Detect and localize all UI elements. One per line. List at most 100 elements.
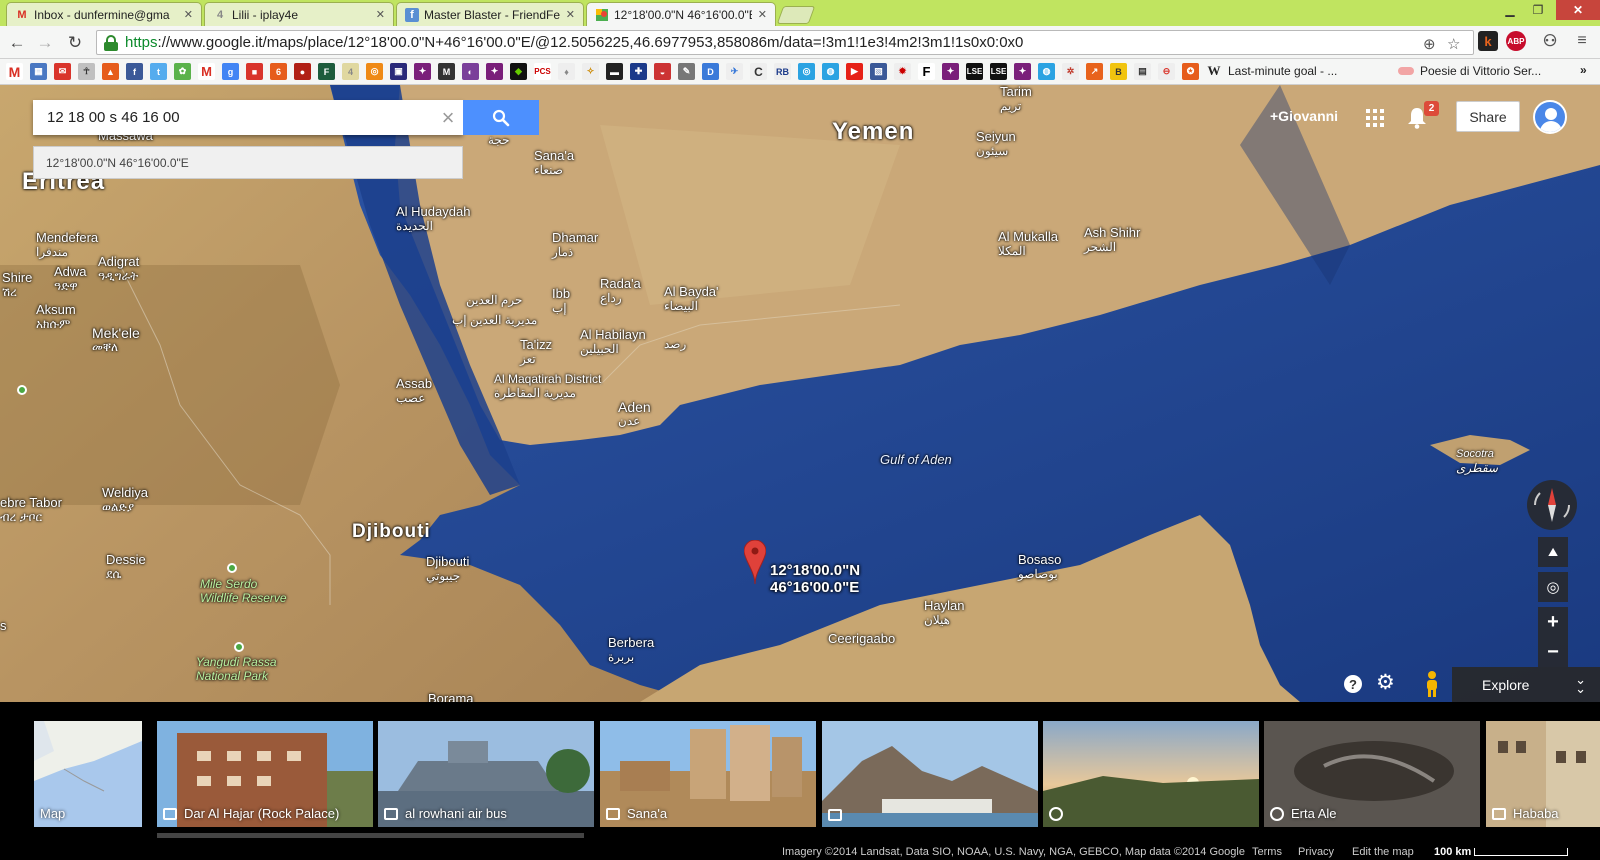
bookmark-icon[interactable]: ✎ xyxy=(678,63,695,80)
bookmark-icon[interactable]: D xyxy=(702,63,719,80)
bookmark-icon[interactable]: 4 xyxy=(342,63,359,80)
privacy-link[interactable]: Privacy xyxy=(1298,846,1334,858)
bookmark-icon[interactable]: ↗ xyxy=(1086,63,1103,80)
reload-icon[interactable]: ↻ xyxy=(64,32,86,54)
close-tab-icon[interactable]: ✕ xyxy=(184,8,193,21)
bookmark-icon[interactable]: ♦ xyxy=(558,63,575,80)
bookmark-icon[interactable]: ● xyxy=(294,63,311,80)
filmstrip-thumb-map[interactable]: Map xyxy=(34,721,142,827)
apps-grid-icon[interactable] xyxy=(1366,109,1384,127)
bookmark-icon[interactable]: ✲ xyxy=(1062,63,1079,80)
more-bookmarks-icon[interactable]: » xyxy=(1580,63,1587,77)
bookmark-icon[interactable]: ✚ xyxy=(630,63,647,80)
map-pin-icon[interactable] xyxy=(744,540,766,584)
tab-gmail[interactable]: M Inbox - dunfermine@gma ✕ xyxy=(6,2,202,26)
keepa-icon[interactable]: k xyxy=(1478,31,1498,51)
avatar[interactable] xyxy=(1533,100,1567,134)
bookmark-icon[interactable]: ✪ xyxy=(1182,63,1199,80)
bookmark-icon[interactable]: ✹ xyxy=(894,63,911,80)
search-box[interactable]: × xyxy=(33,100,463,135)
close-icon[interactable]: × xyxy=(433,105,463,131)
youtube-icon[interactable]: ▶ xyxy=(846,63,863,80)
park-marker-icon[interactable] xyxy=(17,385,27,395)
forward-arrow-icon[interactable]: → xyxy=(34,32,56,54)
filmstrip-thumb-sanaa[interactable]: Sana'a xyxy=(600,721,816,827)
extension-icon[interactable]: ⚇ xyxy=(1540,31,1560,51)
bookmark-last-minute-goal[interactable]: W Last-minute goal - ... xyxy=(1206,63,1338,79)
bookmark-icon[interactable]: PCS xyxy=(534,63,551,80)
bookmark-icon[interactable]: ✦ xyxy=(486,63,503,80)
bookmark-icon[interactable]: ◒ xyxy=(654,63,671,80)
bookmark-icon[interactable]: ✉ xyxy=(54,63,71,80)
tab-friendfeed[interactable]: f Master Blaster - FriendFee ✕ xyxy=(396,2,584,26)
bookmark-icon[interactable]: ◍ xyxy=(1038,63,1055,80)
bookmark-icon[interactable]: ▤ xyxy=(1134,63,1151,80)
bookmark-icon[interactable]: ■ xyxy=(246,63,263,80)
terms-link[interactable]: Terms xyxy=(1252,846,1282,858)
bookmark-icon[interactable]: LSE xyxy=(966,63,983,80)
bookmark-icon[interactable]: ◎ xyxy=(798,63,815,80)
close-window-button[interactable]: ✕ xyxy=(1556,0,1600,20)
search-input[interactable] xyxy=(33,101,433,134)
minimize-button[interactable]: ▁ xyxy=(1496,0,1524,20)
back-arrow-icon[interactable]: ← xyxy=(6,32,28,54)
search-button[interactable] xyxy=(463,100,539,135)
tab-google-maps[interactable]: 12°18'00.0"N 46°16'00.0"E ✕ xyxy=(586,2,776,26)
gmail-bookmark-icon[interactable]: M xyxy=(198,63,215,80)
zoom-in-button[interactable]: + xyxy=(1538,607,1568,637)
facebook-icon[interactable]: f xyxy=(126,63,143,80)
filmstrip-thumb-dar-al-hajar[interactable]: Dar Al Hajar (Rock Palace) xyxy=(157,721,373,827)
bookmark-icon[interactable]: ◐ xyxy=(462,63,479,80)
gmail-bookmark-icon[interactable]: M xyxy=(6,63,23,80)
explore-button[interactable]: Explore ⌄ ⌄ xyxy=(1452,667,1600,702)
zoom-out-button[interactable]: − xyxy=(1538,637,1568,667)
address-bar[interactable]: https://www.google.it/maps/place/12°18'0… xyxy=(96,30,1474,55)
bookmark-icon[interactable]: C xyxy=(750,63,767,80)
menu-icon[interactable]: ≡ xyxy=(1572,31,1592,51)
compass-control[interactable] xyxy=(1527,480,1577,530)
bookmark-icon[interactable]: ✧ xyxy=(582,63,599,80)
filmstrip-thumb-air-bus[interactable]: al rowhani air bus xyxy=(378,721,594,827)
filmstrip-thumb-sunset[interactable] xyxy=(1043,721,1259,827)
new-tab-button[interactable] xyxy=(776,6,816,24)
bookmark-icon[interactable]: F xyxy=(318,63,335,80)
bookmark-icon[interactable]: ☥ xyxy=(78,63,95,80)
bookmark-icon[interactable]: ✦ xyxy=(1014,63,1031,80)
filmstrip-scrollbar[interactable] xyxy=(157,833,584,838)
twitter-icon[interactable]: t xyxy=(150,63,167,80)
filmstrip-thumb-hababa[interactable]: Hababa xyxy=(1486,721,1600,827)
pegman-icon[interactable] xyxy=(1420,670,1444,698)
star-icon[interactable]: ☆ xyxy=(1447,35,1460,53)
bookmark-icon[interactable]: ▲ xyxy=(102,63,119,80)
bookmark-icon[interactable]: ✿ xyxy=(174,63,191,80)
filmstrip-thumb-coast[interactable] xyxy=(822,721,1038,827)
bookmark-poesie[interactable]: Poesie di Vittorio Ser... xyxy=(1398,63,1541,79)
bookmark-icon[interactable]: ✈ xyxy=(726,63,743,80)
park-marker-icon[interactable] xyxy=(227,563,237,573)
bookmark-icon[interactable]: RB xyxy=(774,63,791,80)
help-icon[interactable]: ? xyxy=(1344,675,1362,693)
filmstrip-thumb-erta-ale[interactable]: Erta Ale xyxy=(1264,721,1480,827)
bookmark-icon[interactable]: ▬ xyxy=(606,63,623,80)
bookmark-icon[interactable]: ⊖ xyxy=(1158,63,1175,80)
edit-map-link[interactable]: Edit the map xyxy=(1352,846,1414,858)
bookmark-icon[interactable]: ▧ xyxy=(870,63,887,80)
restore-button[interactable]: ❐ xyxy=(1524,0,1552,20)
close-tab-icon[interactable]: ✕ xyxy=(566,8,575,21)
bookmark-icon[interactable]: ◎ xyxy=(366,63,383,80)
bookmark-icon[interactable]: ▦ xyxy=(30,63,47,80)
gear-icon[interactable]: ⚙ xyxy=(1376,672,1395,694)
bookmark-icon[interactable]: B xyxy=(1110,63,1127,80)
bookmark-icon[interactable]: LSE xyxy=(990,63,1007,80)
close-tab-icon[interactable]: ✕ xyxy=(376,8,385,21)
search-suggestion[interactable]: 12°18'00.0"N 46°16'00.0"E xyxy=(33,146,463,179)
tab-iplay4e[interactable]: 4 Lilii - iplay4e ✕ xyxy=(204,2,394,26)
adblock-plus-icon[interactable]: ABP xyxy=(1506,31,1526,51)
bookmark-icon[interactable]: ◍ xyxy=(822,63,839,80)
bookmark-icon[interactable]: ▣ xyxy=(390,63,407,80)
share-button[interactable]: Share xyxy=(1456,101,1520,132)
bookmark-icon[interactable]: ✦ xyxy=(942,63,959,80)
zoom-icon[interactable]: ⊕ xyxy=(1423,35,1436,53)
google-plus-user-link[interactable]: +Giovanni xyxy=(1270,108,1338,124)
bookmark-icon[interactable]: ◆ xyxy=(510,63,527,80)
